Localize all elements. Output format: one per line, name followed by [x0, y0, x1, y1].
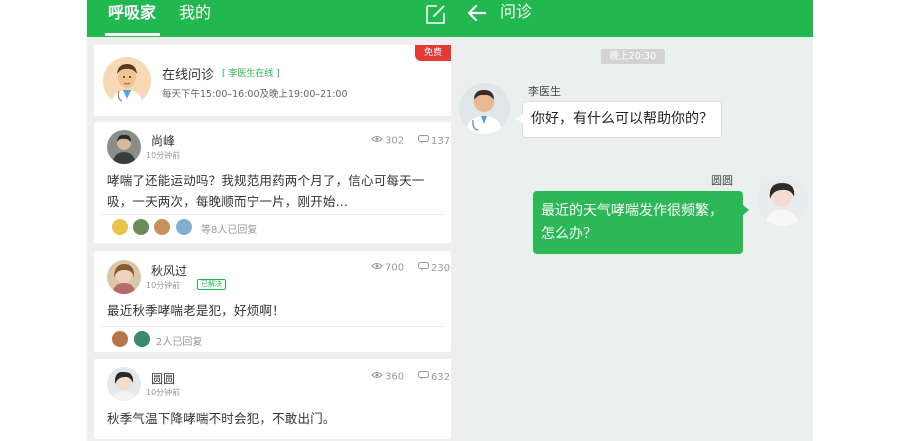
post-time: 10分钟前 [146, 281, 181, 290]
divider [101, 326, 444, 327]
incoming-message[interactable]: 你好，有什么可以帮助你的？ [517, 101, 722, 138]
replier-avatar [112, 219, 128, 235]
replier-avatar [154, 219, 170, 235]
comment-icon [418, 371, 429, 383]
post-card[interactable]: 尚峰 10分钟前 302 137 哮喘了还能运动吗？我规范用药两个月了，信心可每… [94, 122, 451, 243]
consult-hours: 每天下午15:00–16:00及晚上19:00–21:00 [162, 89, 348, 100]
reply-count[interactable]: 等8人已回复 [201, 221, 257, 236]
post-body[interactable]: 哮喘了还能运动吗？我规范用药两个月了，信心可每天一吸，一天两次，每晚顺而宁一片，… [107, 170, 443, 212]
consult-title: 在线问诊 [162, 68, 215, 83]
post-card[interactable]: 秋风过 已解决 10分钟前 700 230 最近秋季哮喘老是犯，好烦啊！ 2人已… [94, 251, 451, 352]
avatar[interactable] [107, 260, 141, 294]
tab-community[interactable]: 呼吸家 [108, 2, 156, 35]
comment-count: 230 [418, 262, 450, 274]
avatar[interactable] [107, 367, 141, 401]
doctor-avatar[interactable] [459, 83, 510, 134]
view-count: 302 [371, 135, 404, 147]
free-badge: 免费 [415, 45, 451, 61]
view-count: 700 [371, 262, 404, 274]
divider [101, 214, 444, 215]
doctor-avatar [103, 57, 151, 105]
replier-avatar [112, 331, 128, 347]
sender-name: 圆圆 [711, 174, 733, 187]
chat-screen: 问诊 晚上20:30 李医生 你好，有什么可以帮助你的？ 圆圆 最近的天气哮喘发… [459, 0, 813, 441]
post-author[interactable]: 圆圆 [151, 370, 175, 387]
replier-avatar [176, 219, 192, 235]
eye-icon [371, 135, 383, 146]
reply-count[interactable]: 2人已回复 [156, 333, 202, 348]
post-author[interactable]: 秋风过 [151, 262, 187, 279]
post-body[interactable]: 最近秋季哮喘老是犯，好烦啊！ [107, 300, 443, 321]
online-consult-card[interactable]: 免费 在线问诊 [ 李医生在线 ] 每天下午15:00–16:00及晚上19:0… [94, 45, 451, 116]
top-bar: 呼吸家 我的 [87, 0, 459, 37]
back-arrow-icon[interactable] [465, 1, 489, 25]
view-count: 360 [371, 371, 404, 383]
replier-avatar [134, 331, 150, 347]
avatar[interactable] [107, 130, 141, 164]
comment-count: 137 [418, 135, 450, 147]
outgoing-message[interactable]: 最近的天气哮喘发作很频繁，怎么办？ [533, 191, 749, 254]
post-body[interactable]: 秋季气温下降哮喘不时会犯，不敢出门。 [107, 408, 443, 429]
chat-header: 问诊 [459, 0, 813, 37]
chat-title: 问诊 [500, 2, 533, 21]
comment-icon [418, 135, 429, 147]
community-screen: 呼吸家 我的 免费 在线问诊 [李医生在线] 每天下午15:00–16:00… [87, 0, 459, 441]
tab-mine[interactable]: 我的 [179, 2, 211, 35]
eye-icon [371, 371, 383, 382]
post-time: 10分钟前 [146, 388, 181, 397]
tab-active-indicator [105, 33, 160, 36]
sender-name: 李医生 [528, 85, 561, 98]
doctor-online-status: [ 李医生在线 ] [222, 69, 280, 79]
post-card[interactable]: 圆圆 10分钟前 360 632 秋季气温下降哮喘不时会犯，不敢出门。 [94, 359, 451, 439]
eye-icon [371, 262, 383, 273]
message-timestamp: 晚上20:30 [601, 49, 665, 64]
comment-count: 632 [418, 371, 450, 383]
compose-icon[interactable] [423, 1, 449, 27]
user-avatar[interactable] [757, 175, 808, 226]
post-time: 10分钟前 [146, 151, 181, 160]
comment-icon [418, 262, 429, 274]
solved-badge: 已解决 [197, 279, 226, 290]
replier-avatar [133, 219, 149, 235]
post-author[interactable]: 尚峰 [151, 132, 175, 149]
